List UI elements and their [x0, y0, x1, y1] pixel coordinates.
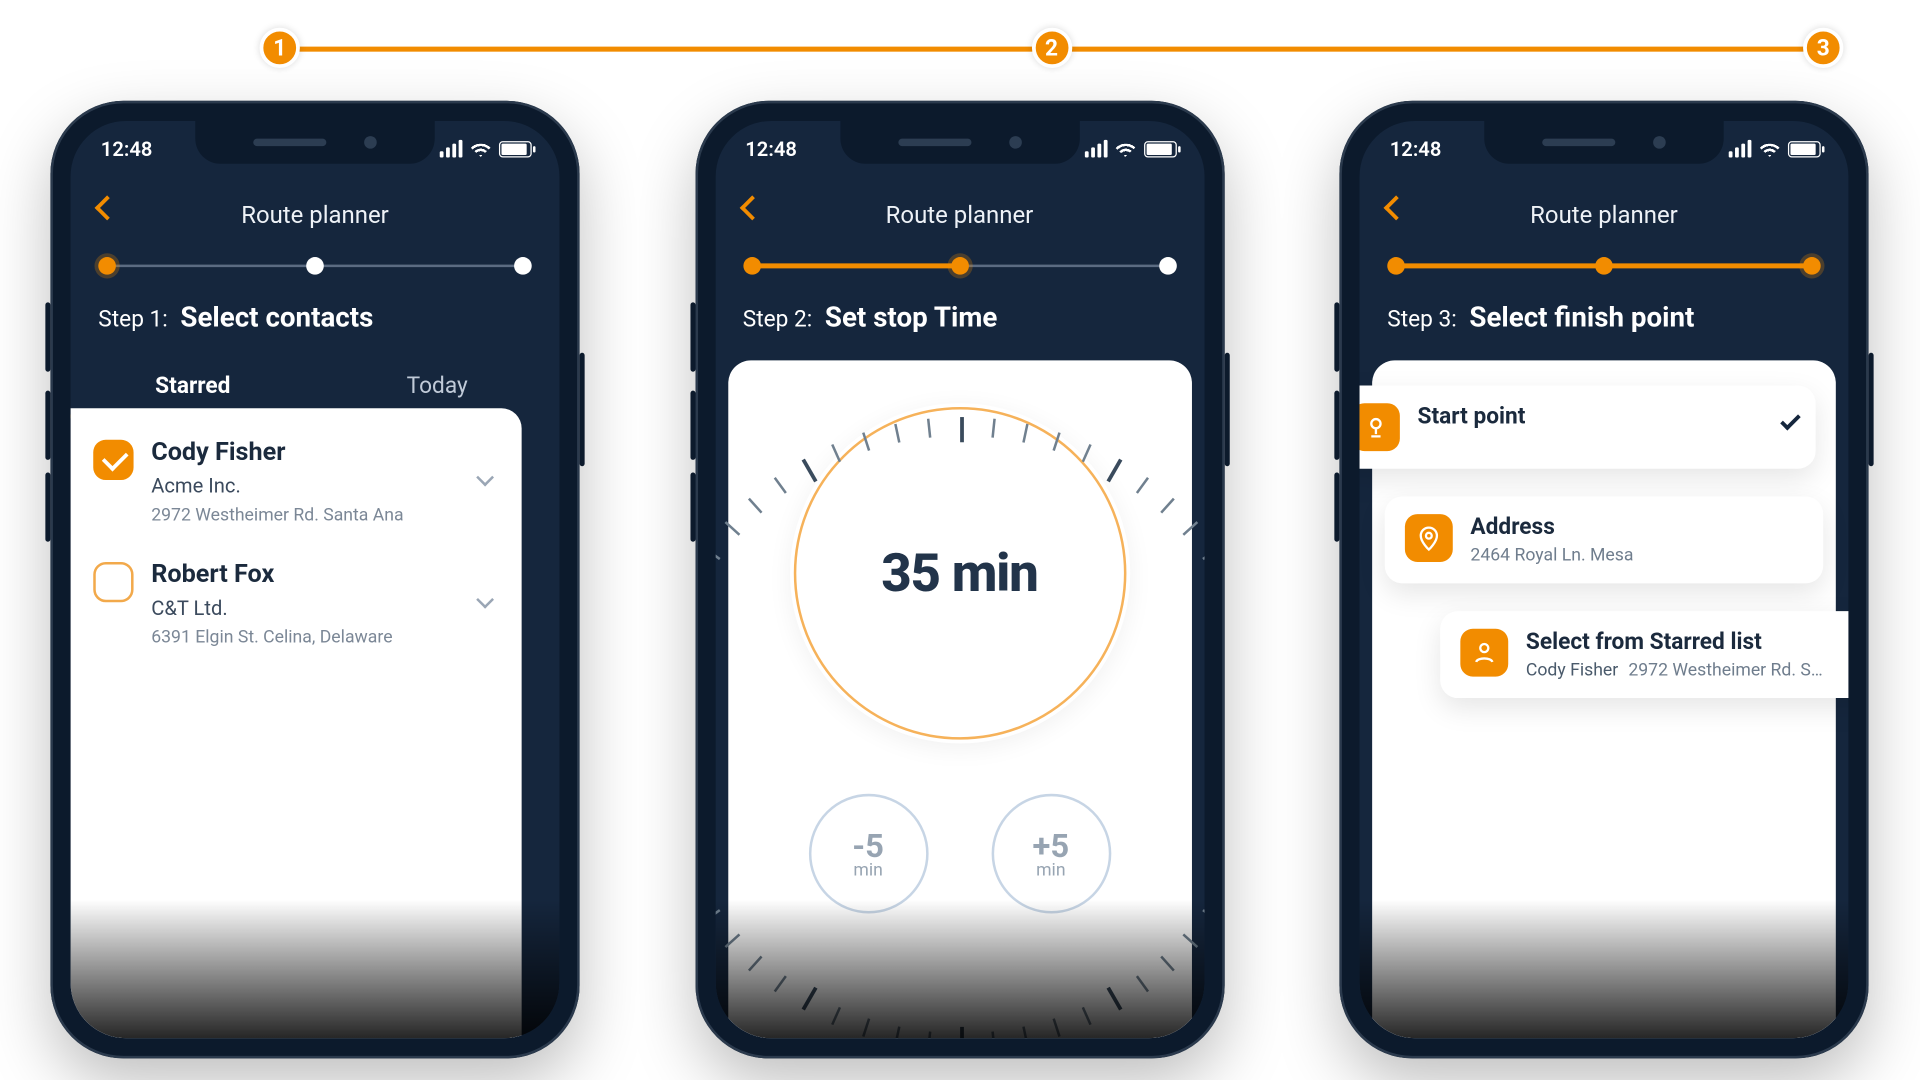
- contact-name: Cody Fisher: [151, 436, 501, 474]
- map-pin-icon: [1405, 514, 1453, 562]
- step-prefix: Step 1:: [98, 306, 168, 332]
- step-title: Set stop Time: [825, 302, 997, 334]
- contact-company: C&T Ltd.: [151, 596, 501, 628]
- option-address[interactable]: Address 2464 Royal Ln. Mesa: [1385, 496, 1823, 583]
- page-title: Route planner: [1530, 200, 1678, 229]
- wifi-icon: [1114, 140, 1135, 156]
- option-contact-name: Cody Fisher: [1526, 660, 1618, 680]
- contact-row[interactable]: Cody Fisher Acme Inc. 2972 Westheimer Rd…: [93, 431, 501, 553]
- contact-name: Robert Fox: [151, 558, 501, 596]
- cellular-icon: [1729, 140, 1752, 158]
- wizard-progress: [98, 255, 531, 280]
- wizard-dot-3: [1159, 257, 1177, 275]
- timer-dial[interactable]: 35 min: [789, 403, 1129, 743]
- status-time: 12:48: [745, 137, 797, 161]
- phone-notch: [195, 121, 434, 164]
- wifi-icon: [470, 140, 491, 156]
- wizard-dot-1: [1387, 257, 1405, 275]
- outer-step-dot-3: 3: [1803, 28, 1843, 68]
- contact-row[interactable]: Robert Fox C&T Ltd. 6391 Elgin St. Celin…: [93, 553, 501, 675]
- wizard-dot-3: [514, 257, 532, 275]
- outer-step-connector: 1 2 3: [260, 10, 1844, 86]
- page-title: Route planner: [241, 200, 389, 229]
- step-title: Select contacts: [180, 302, 373, 334]
- option-starred-list[interactable]: Select from Starred list Cody Fisher 297…: [1440, 611, 1848, 698]
- wizard-progress: [743, 255, 1176, 280]
- option-contact-address: 2972 Westheimer Rd. S…: [1628, 660, 1822, 680]
- option-start-point[interactable]: Start point: [1360, 386, 1816, 469]
- cellular-icon: [440, 140, 463, 158]
- option-title: Address: [1470, 514, 1803, 540]
- cellular-icon: [1084, 140, 1107, 158]
- step-prefix: Step 3:: [1387, 306, 1457, 332]
- battery-icon: [1143, 140, 1176, 156]
- back-icon[interactable]: [95, 195, 120, 220]
- step-title: Select finish point: [1469, 302, 1694, 334]
- start-point-icon: [1360, 403, 1400, 451]
- phone-notch: [840, 121, 1079, 164]
- option-subtitle: 2464 Royal Ln. Mesa: [1470, 541, 1803, 566]
- contact-address: 2972 Westheimer Rd. Santa Ana: [151, 505, 501, 525]
- phone-mockup-2: 12:48 Route planner Step 2: S: [695, 101, 1224, 1059]
- person-icon: [1460, 629, 1508, 677]
- page-title: Route planner: [886, 200, 1034, 229]
- increase-time-unit: min: [1036, 860, 1066, 880]
- timer-card: 35 min -5 min +5 min: [728, 360, 1192, 1038]
- wizard-dot-2: [306, 257, 324, 275]
- checkbox-unchecked-icon[interactable]: [93, 562, 133, 602]
- battery-icon: [499, 140, 532, 156]
- contact-company: Acme Inc.: [151, 474, 501, 506]
- decrease-time-unit: min: [853, 860, 883, 880]
- step-prefix: Step 2:: [743, 306, 813, 332]
- wizard-dot-1: [743, 257, 761, 275]
- back-icon[interactable]: [1384, 195, 1409, 220]
- wizard-dot-2: [951, 257, 969, 275]
- wizard-progress: [1387, 255, 1820, 280]
- checkbox-checked-icon[interactable]: [93, 440, 133, 480]
- status-time: 12:48: [1390, 137, 1442, 161]
- phone-mockup-1: 12:48 Route planner Step 1: S: [50, 101, 579, 1059]
- phone-mockup-3: 12:48 Route planner Step 3: S: [1339, 101, 1868, 1059]
- contact-address: 6391 Elgin St. Celina, Delaware: [151, 627, 501, 647]
- increase-time-button[interactable]: +5 min: [991, 794, 1111, 914]
- finish-options: Start point Address 2464 Royal Ln. Mesa: [1372, 360, 1836, 1038]
- phone-notch: [1484, 121, 1723, 164]
- contacts-list: Cody Fisher Acme Inc. 2972 Westheimer Rd…: [71, 408, 522, 1038]
- battery-icon: [1788, 140, 1821, 156]
- status-time: 12:48: [101, 137, 153, 161]
- outer-step-dot-1: 1: [260, 28, 300, 68]
- decrease-time-button[interactable]: -5 min: [808, 794, 928, 914]
- option-title: Start point: [1418, 403, 1796, 429]
- option-title: Select from Starred list: [1526, 629, 1849, 655]
- outer-step-dot-2: 2: [1031, 28, 1071, 68]
- wizard-dot-1: [98, 257, 116, 275]
- wizard-dot-2: [1595, 257, 1613, 275]
- back-icon[interactable]: [739, 195, 764, 220]
- wifi-icon: [1759, 140, 1780, 156]
- wizard-dot-3: [1803, 257, 1821, 275]
